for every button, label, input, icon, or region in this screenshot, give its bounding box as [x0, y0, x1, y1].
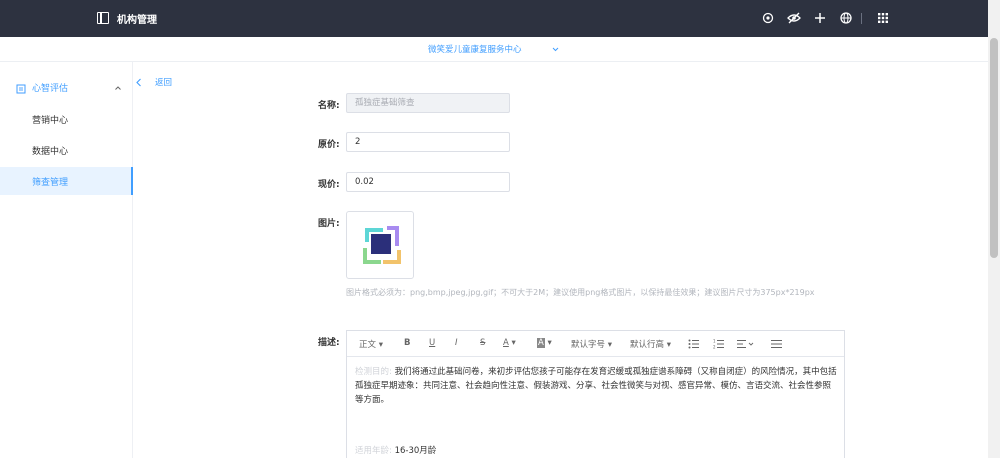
current-price-label: 现价: [318, 180, 340, 190]
sidebar-group-label: 心智评估 [32, 84, 69, 94]
editor-content[interactable]: 检测目的: 我们将通过此基础问卷，来初步评估您孩子可能存在发育迟缓或孤独症谱系障… [355, 365, 839, 407]
document-icon [16, 84, 26, 94]
font-size-label: 默认字号 [571, 340, 606, 350]
image-hint: 图片格式必须为：png,bmp,jpeg,jpg,gif；不可大于2M；建议使用… [346, 288, 815, 297]
original-price-label: 原价: [318, 140, 340, 150]
svg-text:2: 2 [713, 345, 716, 350]
image-label: 图片: [318, 219, 340, 229]
align-select-icon[interactable] [737, 339, 755, 349]
settings-icon[interactable] [760, 10, 776, 26]
underline-button[interactable]: U [429, 338, 435, 348]
bg-color-label: A [537, 338, 545, 348]
svg-text:1: 1 [713, 339, 716, 344]
globe-icon[interactable] [838, 10, 854, 26]
justify-icon[interactable] [771, 339, 782, 349]
background-color-button[interactable]: A ▾ [537, 338, 552, 348]
org-selector-bar: 微笑爱儿童康复服务中心 [0, 37, 988, 62]
age-value: 16-30月龄 [394, 446, 437, 456]
image-upload[interactable] [346, 211, 414, 279]
intro-text: 我们将通过此基础问卷，来初步评估您孩子可能存在发育迟缓或孤独症谱系障碍（又称自闭… [355, 367, 837, 405]
sidebar-item-marketing[interactable]: 营销中心 [0, 105, 133, 133]
apps-grid-icon[interactable] [875, 10, 891, 26]
sidebar-group-mental-assessment[interactable]: 心智评估 [0, 74, 133, 102]
intro-label: 检测目的: [355, 367, 392, 377]
bold-button[interactable]: B [404, 338, 410, 348]
sidebar-item-data[interactable]: 数据中心 [0, 136, 133, 164]
editor-toolbar: 正文 ▾ B U I S A ▾ A ▾ 默认字号 ▾ 默认行高 ▾ 12 [347, 331, 844, 357]
chevron-down-icon[interactable] [551, 45, 560, 54]
name-label: 名称: [318, 101, 340, 111]
font-color-label: A [503, 338, 509, 348]
rich-text-editor[interactable]: 正文 ▾ B U I S A ▾ A ▾ 默认字号 ▾ 默认行高 ▾ 12 检测… [346, 330, 845, 458]
strikethrough-button[interactable]: S [480, 338, 485, 348]
chevron-left-icon[interactable] [135, 78, 143, 87]
original-price-field[interactable]: 2 [346, 132, 510, 152]
current-price-field[interactable]: 0.02 [346, 172, 510, 192]
font-color-button[interactable]: A ▾ [503, 338, 516, 348]
age-line: 适用年龄: 16-30月龄 [355, 444, 436, 456]
top-header: 机构管理 [0, 0, 988, 37]
sidebar-item-label: 营销中心 [32, 116, 69, 126]
header-divider [861, 13, 862, 24]
sidebar: 心智评估 营销中心 数据中心 筛查管理 [0, 62, 133, 458]
plus-icon[interactable] [812, 10, 828, 26]
sidebar-item-screening[interactable]: 筛查管理 [0, 167, 133, 195]
sidebar-item-label: 数据中心 [32, 147, 69, 157]
numbered-list-icon[interactable]: 12 [713, 339, 724, 349]
text-style-select[interactable]: 正文 ▾ [359, 338, 383, 350]
text-style-label: 正文 [359, 340, 377, 350]
line-height-label: 默认行高 [630, 340, 665, 350]
line-height-select[interactable]: 默认行高 ▾ [630, 338, 671, 350]
image-thumbnail [363, 226, 401, 264]
sidebar-item-label: 筛查管理 [32, 178, 69, 188]
chevron-up-icon[interactable] [114, 84, 122, 92]
org-selector[interactable]: 微笑爱儿童康复服务中心 [428, 43, 522, 55]
page-title: 机构管理 [117, 15, 157, 26]
sidebar-toggle-icon[interactable] [97, 11, 109, 24]
italic-button[interactable]: I [455, 338, 458, 348]
page-scrollbar-thumb[interactable] [990, 38, 998, 258]
back-label[interactable]: 返回 [155, 76, 172, 88]
font-size-select[interactable]: 默认字号 ▾ [571, 338, 612, 350]
age-label: 适用年龄: [355, 446, 392, 456]
eye-off-icon[interactable] [786, 10, 802, 26]
bullet-list-icon[interactable] [688, 339, 699, 349]
description-label: 描述: [318, 338, 340, 348]
name-field[interactable]: 孤独症基础筛查 [346, 93, 510, 113]
